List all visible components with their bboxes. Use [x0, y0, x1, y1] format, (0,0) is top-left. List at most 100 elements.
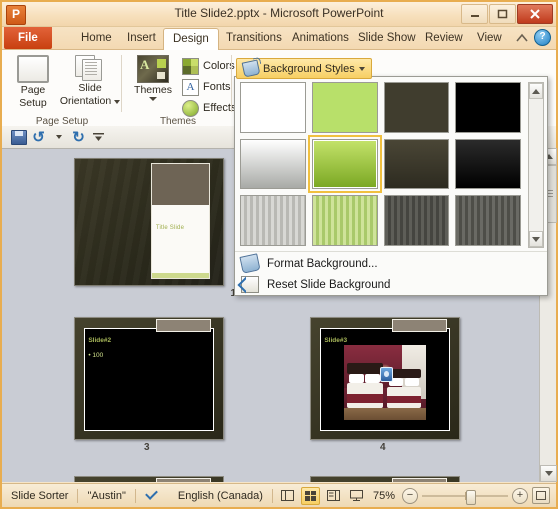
gallery-scrollbar[interactable] — [528, 82, 544, 248]
slide-6-canvas[interactable] — [310, 476, 460, 482]
undo-dropdown-button[interactable] — [50, 129, 67, 146]
bg-style-6[interactable] — [307, 134, 382, 194]
save-button[interactable] — [10, 129, 27, 146]
undo-button[interactable]: ↺ — [30, 129, 47, 146]
bg-style-9[interactable] — [240, 195, 306, 246]
slide-3-title-text: Slide#2 — [88, 337, 112, 345]
tab-view[interactable]: View — [468, 27, 511, 49]
zoom-slider[interactable] — [422, 489, 508, 505]
paint-bucket-icon — [239, 253, 261, 274]
slide-5-canvas[interactable] — [74, 476, 224, 482]
scroll-down-button[interactable] — [540, 465, 557, 482]
background-styles-button[interactable]: Background Styles — [236, 58, 372, 79]
save-icon — [10, 129, 27, 145]
background-styles-gallery — [240, 82, 521, 246]
fonts-icon: A — [182, 78, 199, 96]
background-styles-dropdown: Format Background... Reset Slide Backgro… — [234, 76, 548, 296]
minimize-button[interactable] — [461, 4, 488, 24]
themes-gallery-button[interactable]: A Themes — [126, 55, 180, 101]
reset-slide-background-label: Reset Slide Background — [267, 278, 391, 291]
chevron-down-icon[interactable] — [114, 99, 121, 104]
bg-style-11[interactable] — [383, 195, 450, 246]
zoom-slider-thumb[interactable] — [466, 489, 476, 505]
chevron-down-icon[interactable] — [149, 97, 157, 101]
bg-style-10[interactable] — [311, 195, 378, 246]
reset-slide-icon — [241, 276, 259, 293]
tab-slide-show[interactable]: Slide Show — [349, 27, 425, 49]
window-controls — [461, 4, 553, 24]
theme-fonts-label: Fonts — [203, 81, 231, 93]
slide-3-canvas[interactable]: Slide#2 • 100 — [74, 317, 224, 440]
reading-view-button[interactable] — [324, 487, 343, 505]
status-language[interactable]: English (Canada) — [169, 490, 272, 502]
page-setup-icon — [17, 55, 49, 83]
slide-orientation-icon — [75, 55, 105, 81]
slide-show-button[interactable] — [347, 487, 366, 505]
slide-orientation-button[interactable]: Slide Orientation — [59, 55, 121, 107]
close-button[interactable] — [517, 4, 553, 24]
zoom-level-label[interactable]: 75% — [373, 490, 395, 502]
bg-style-8[interactable] — [455, 138, 521, 190]
tab-review[interactable]: Review — [416, 27, 472, 49]
help-icon[interactable]: ? — [534, 29, 551, 46]
redo-button[interactable]: ↻ — [70, 129, 87, 146]
chevron-down-icon — [55, 135, 62, 139]
format-background-menu-item[interactable]: Format Background... — [235, 253, 547, 274]
tab-home[interactable]: Home — [72, 27, 121, 49]
status-theme-name[interactable]: "Austin" — [78, 490, 134, 502]
reset-slide-background-menu-item[interactable]: Reset Slide Background — [235, 274, 547, 295]
ribbon-group-themes: A Themes Colors A Fonts Effects Themes — [124, 50, 247, 128]
tab-insert[interactable]: Insert — [118, 27, 165, 49]
slide-3-bullet-text: • 100 — [88, 351, 104, 359]
status-view-name: Slide Sorter — [11, 489, 69, 502]
gallery-scroll-down-button[interactable] — [529, 231, 543, 247]
restore-button[interactable] — [489, 4, 516, 24]
background-styles-label: Background Styles — [263, 62, 355, 75]
chevron-down-icon[interactable] — [358, 66, 365, 71]
collapse-ribbon-icon[interactable] — [515, 32, 529, 44]
colors-swatch-icon — [182, 57, 199, 75]
slide-thumbnail-1[interactable]: Title Slide 1 — [74, 158, 236, 299]
slide-1-canvas[interactable]: Title Slide — [74, 158, 224, 286]
tab-transitions[interactable]: Transitions — [217, 27, 291, 49]
page-setup-button[interactable]: Page Setup — [6, 55, 60, 109]
paint-bucket-icon — [241, 59, 261, 78]
slide-sorter-view-button[interactable] — [300, 486, 320, 505]
slide-4-number: 4 — [380, 442, 386, 453]
ribbon-tabs: File Home Insert Design Transitions Anim… — [2, 27, 556, 51]
slide-1-panel: Title Slide — [151, 162, 210, 279]
effects-icon — [182, 99, 199, 117]
tab-design[interactable]: Design — [163, 28, 219, 51]
slide-4-photo — [343, 344, 427, 420]
bg-style-7[interactable] — [383, 138, 450, 190]
bg-style-12[interactable] — [455, 195, 521, 246]
slide-thumbnail-4[interactable]: Slide#3 4 — [310, 317, 460, 453]
bg-style-2[interactable] — [311, 82, 378, 133]
status-bar: Slide Sorter "Austin" English (Canada) 7… — [2, 483, 556, 507]
normal-view-button[interactable] — [278, 487, 297, 505]
zoom-out-button[interactable]: − — [402, 487, 418, 504]
slide-4-canvas[interactable]: Slide#3 — [310, 317, 460, 440]
zoom-in-button[interactable]: + — [512, 487, 528, 504]
gallery-scroll-up-button[interactable] — [529, 83, 543, 99]
themes-thumbnail-icon: A — [137, 55, 169, 83]
slide-thumbnail-3[interactable]: Slide#2 • 100 3 — [74, 317, 224, 453]
customize-qat-button[interactable] — [90, 129, 107, 146]
slide-thumbnail-5-partial[interactable] — [74, 476, 224, 482]
fit-slide-to-window-button[interactable] — [532, 487, 550, 504]
tab-file[interactable]: File — [4, 27, 52, 49]
slide-1-title-text: Title Slide — [155, 225, 185, 232]
tab-animations[interactable]: Animations — [283, 27, 358, 49]
spellcheck-status[interactable] — [136, 489, 169, 502]
bg-style-1[interactable] — [240, 82, 306, 133]
slide-thumbnail-6-partial[interactable] — [310, 476, 460, 482]
ribbon-group-page-setup: Page Setup Slide Orientation Page Setup — [2, 50, 122, 128]
bg-style-4[interactable] — [455, 82, 521, 133]
powerpoint-window: P Title Slide2.pptx - Microsoft PowerPoi… — [0, 0, 558, 509]
bg-style-5[interactable] — [240, 138, 306, 190]
chevron-down-icon — [93, 132, 104, 141]
spellcheck-icon — [145, 489, 160, 502]
bg-style-3[interactable] — [383, 82, 450, 133]
slide-orientation-label-2: Orientation — [59, 95, 112, 107]
page-setup-label-1: Page — [20, 84, 46, 96]
